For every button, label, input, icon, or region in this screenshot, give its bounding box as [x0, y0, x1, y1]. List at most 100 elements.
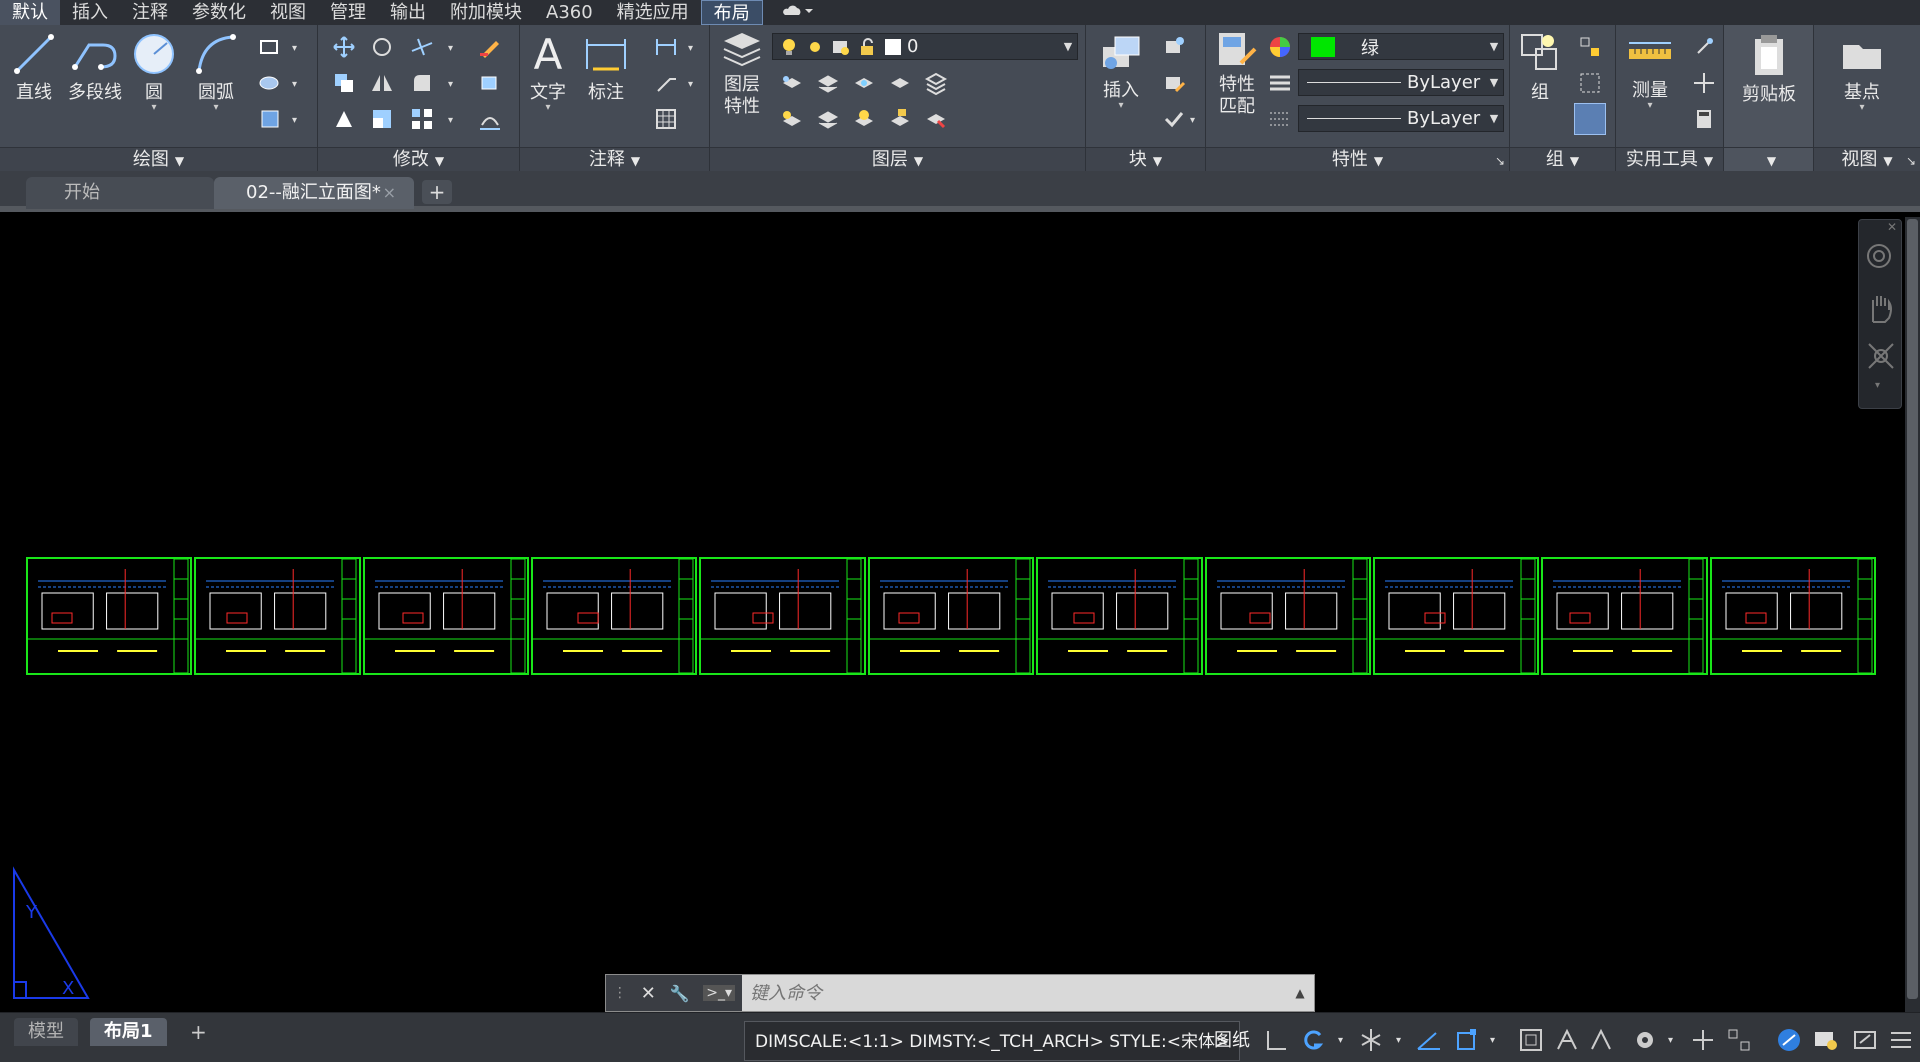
tab-view[interactable]: 视图	[258, 0, 318, 25]
copy-icon[interactable]	[332, 71, 356, 95]
properties-launcher-icon[interactable]: ↘	[1495, 154, 1505, 168]
utilities-panel-title[interactable]: 实用工具 ▼	[1616, 147, 1723, 171]
layer-isolate-icon[interactable]	[780, 71, 804, 95]
scroll-thumb[interactable]	[1907, 219, 1918, 999]
move-icon[interactable]	[332, 35, 356, 59]
explode-icon[interactable]	[478, 71, 502, 95]
annotation-visibility-icon[interactable]	[1588, 1027, 1614, 1053]
group-selection-toggle[interactable]	[1574, 103, 1606, 135]
circle-button[interactable]: 圆 ▾	[130, 31, 178, 113]
group-edit-icon[interactable]	[1578, 71, 1602, 95]
polar-tracking-icon[interactable]	[1416, 1027, 1442, 1053]
layer-off-icon[interactable]	[888, 71, 912, 95]
isometric-icon[interactable]	[1358, 1027, 1384, 1053]
layer-freeze-icon[interactable]	[852, 71, 876, 95]
point-style-icon[interactable]	[1692, 71, 1716, 95]
arc-button[interactable]: 圆弧 ▾	[190, 31, 242, 113]
line-button[interactable]: 直线	[8, 31, 60, 104]
layers-panel-title[interactable]: 图层 ▼	[710, 147, 1085, 171]
trim-icon[interactable]	[410, 35, 434, 59]
layer-states-icon[interactable]	[924, 71, 948, 95]
edit-attributes-icon[interactable]	[1162, 107, 1186, 131]
layout-sheet[interactable]	[1372, 557, 1540, 675]
view-launcher-icon[interactable]: ↘	[1906, 154, 1916, 168]
layout-sheet[interactable]	[1036, 557, 1203, 675]
new-tab-button[interactable]: +	[422, 180, 452, 204]
layer-lock-icon[interactable]	[888, 107, 912, 131]
rectangle-icon[interactable]	[258, 35, 282, 59]
layer-properties-button[interactable]: 图层 特性	[718, 29, 766, 118]
layout-sheet[interactable]	[1541, 557, 1708, 675]
block-panel-title[interactable]: 块 ▼	[1086, 147, 1205, 171]
command-prompt-icon[interactable]: >_▾	[703, 985, 736, 1001]
annotation-panel-title[interactable]: 注释 ▼	[520, 147, 709, 171]
offset-icon[interactable]	[478, 107, 502, 131]
customization-menu-icon[interactable]	[1888, 1027, 1914, 1053]
command-input[interactable]	[742, 976, 1286, 1010]
erase-icon[interactable]	[478, 35, 502, 59]
add-layout-button[interactable]: +	[176, 1018, 221, 1046]
boundary-icon[interactable]	[258, 107, 282, 131]
layout-sheet[interactable]	[867, 557, 1035, 675]
modify-panel-title[interactable]: 修改 ▼	[318, 147, 519, 171]
tab-insert[interactable]: 插入	[60, 0, 120, 25]
cloud-icon[interactable]	[763, 0, 833, 25]
tab-annotate[interactable]: 注释	[120, 0, 180, 25]
groups-panel-title[interactable]: 组 ▼	[1510, 147, 1615, 171]
fullscreen-icon[interactable]	[1852, 1027, 1878, 1053]
viewport-scale-icon[interactable]	[1518, 1027, 1544, 1053]
layer-merge-icon[interactable]	[924, 107, 948, 131]
layout-sheet[interactable]	[194, 557, 361, 675]
calculator-icon[interactable]	[1692, 107, 1716, 131]
leader-icon[interactable]	[654, 71, 678, 95]
object-snap-icon[interactable]	[1454, 1027, 1480, 1053]
layer-thaw-icon[interactable]	[852, 107, 876, 131]
layout-sheet[interactable]	[362, 557, 530, 675]
match-properties-button[interactable]: 特性 匹配	[1212, 29, 1262, 118]
tab-model[interactable]: 模型	[14, 1018, 78, 1046]
layout-sheet[interactable]	[699, 557, 866, 675]
command-settings-icon[interactable]: 🔧	[670, 984, 690, 1003]
workspace-gear-icon[interactable]	[1632, 1027, 1658, 1053]
rotate-icon[interactable]	[370, 35, 394, 59]
close-navbar-icon[interactable]: ✕	[1887, 220, 1897, 234]
zoom-extents-icon[interactable]	[1865, 340, 1897, 372]
pan-hand-icon[interactable]	[1865, 292, 1897, 324]
layout-sheet[interactable]	[1204, 557, 1371, 675]
steering-wheel-icon[interactable]	[1865, 242, 1897, 274]
layer-match-icon[interactable]	[816, 71, 840, 95]
tab-manage[interactable]: 管理	[318, 0, 378, 25]
fillet-icon[interactable]	[410, 71, 434, 95]
layout-sheet[interactable]	[26, 557, 193, 675]
command-history-icon[interactable]: ▲	[1286, 986, 1314, 1000]
edit-block-icon[interactable]	[1162, 71, 1186, 95]
table-icon[interactable]	[654, 107, 678, 131]
dimension-button[interactable]: 标注	[582, 31, 630, 104]
tab-drawing[interactable]: 02--融汇立面图* ×	[214, 177, 414, 209]
close-tab-icon[interactable]: ×	[383, 177, 396, 209]
properties-panel-title[interactable]: 特性 ▼	[1206, 147, 1509, 171]
scale-icon[interactable]	[370, 107, 394, 131]
tab-layout1[interactable]: 布局1	[90, 1018, 167, 1046]
clipboard-panel-expand[interactable]: ▼	[1724, 147, 1813, 171]
tab-output[interactable]: 输出	[378, 0, 438, 25]
layer-walk-icon[interactable]	[816, 107, 840, 131]
vertical-scrollbar[interactable]	[1905, 217, 1920, 1012]
close-command-icon[interactable]: ✕	[641, 983, 656, 1004]
quick-select-icon[interactable]	[1692, 35, 1716, 59]
group-button[interactable]: 组	[1514, 29, 1566, 104]
draw-panel-title[interactable]: 绘图 ▼	[0, 147, 317, 171]
polyline-button[interactable]: 多段线	[62, 31, 128, 104]
text-button[interactable]: A 文字 ▾	[528, 30, 568, 113]
tab-start[interactable]: 开始	[26, 177, 214, 209]
hardware-acceleration-icon[interactable]	[1726, 1027, 1752, 1053]
layer-dropdown[interactable]: 0 ▼	[772, 33, 1078, 60]
linetype-dropdown[interactable]: ByLayer ▼	[1298, 69, 1504, 96]
mirror-icon[interactable]	[370, 71, 394, 95]
color-wheel-icon[interactable]	[1268, 35, 1292, 59]
paper-space-button[interactable]: 图纸	[1214, 1021, 1250, 1061]
layout-sheet[interactable]	[531, 557, 698, 675]
layer-on-icon[interactable]	[780, 107, 804, 131]
dynamic-ucs-icon[interactable]	[1300, 1027, 1326, 1053]
ungroup-icon[interactable]	[1578, 35, 1602, 59]
